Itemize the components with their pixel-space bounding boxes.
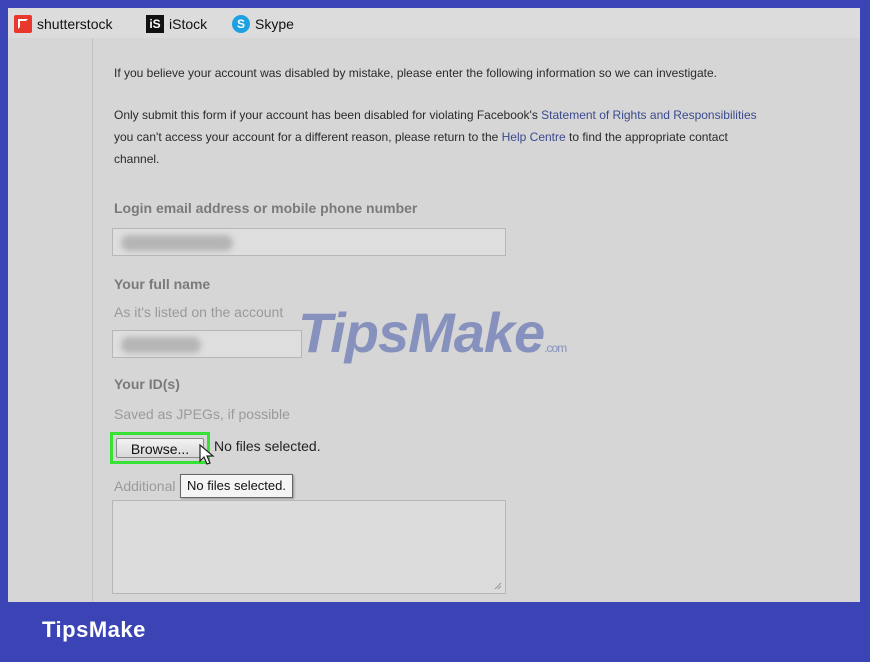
intro-paragraph: Only submit this form if your account ha… <box>114 104 860 170</box>
shutterstock-icon <box>14 15 32 33</box>
intro-text: Only submit this form if your account ha… <box>114 108 542 122</box>
mouse-cursor-icon <box>199 444 215 465</box>
redacted-value <box>121 337 201 353</box>
tooltip: No files selected. <box>180 474 293 498</box>
browse-button[interactable]: Browse... <box>116 438 204 458</box>
intro-text: you can't access your account for a diff… <box>114 130 502 144</box>
intro-text: to find the appropriate contact <box>565 130 728 144</box>
bookmarks-bar: shutterstock iS iStock S Skype <box>8 8 860 38</box>
id-hint: Saved as JPEGs, if possible <box>114 406 290 422</box>
name-input[interactable] <box>112 330 302 358</box>
resize-grip-icon[interactable] <box>494 582 502 590</box>
watermark-suffix: .com <box>544 341 567 355</box>
divider <box>92 38 93 602</box>
intro-text: channel. <box>114 152 160 166</box>
redacted-value <box>121 235 233 251</box>
additional-label: Additional <box>114 478 176 494</box>
bookmark-label: shutterstock <box>37 16 113 32</box>
browser-frame: shutterstock iS iStock S Skype If you be… <box>8 8 860 602</box>
additional-textarea[interactable] <box>112 500 506 594</box>
brand-logo: TipsMake <box>42 617 146 642</box>
bookmark-label: iStock <box>169 16 208 32</box>
istock-icon: iS <box>146 15 164 33</box>
skype-icon: S <box>232 15 250 33</box>
bookmark-shutterstock[interactable]: shutterstock <box>14 14 112 34</box>
bookmark-istock[interactable]: iS iStock <box>146 14 207 34</box>
watermark-text: TipsMake <box>298 301 545 364</box>
login-input[interactable] <box>112 228 506 256</box>
statement-link[interactable]: Statement of Rights and Responsibilities <box>541 108 756 122</box>
login-label: Login email address or mobile phone numb… <box>114 200 418 216</box>
page-content: If you believe your account was disabled… <box>8 38 860 602</box>
browse-highlight: Browse... <box>110 432 210 464</box>
watermark: TipsMake.com <box>298 300 567 365</box>
name-hint: As it's listed on the account <box>114 304 284 320</box>
name-label: Your full name <box>114 276 211 292</box>
bookmark-skype[interactable]: S Skype <box>232 14 294 34</box>
id-label: Your ID(s) <box>114 376 180 392</box>
file-status: No files selected. <box>214 438 321 454</box>
help-centre-link[interactable]: Help Centre <box>502 130 566 144</box>
intro-line: If you believe your account was disabled… <box>114 66 717 80</box>
bookmark-label: Skype <box>255 16 294 32</box>
